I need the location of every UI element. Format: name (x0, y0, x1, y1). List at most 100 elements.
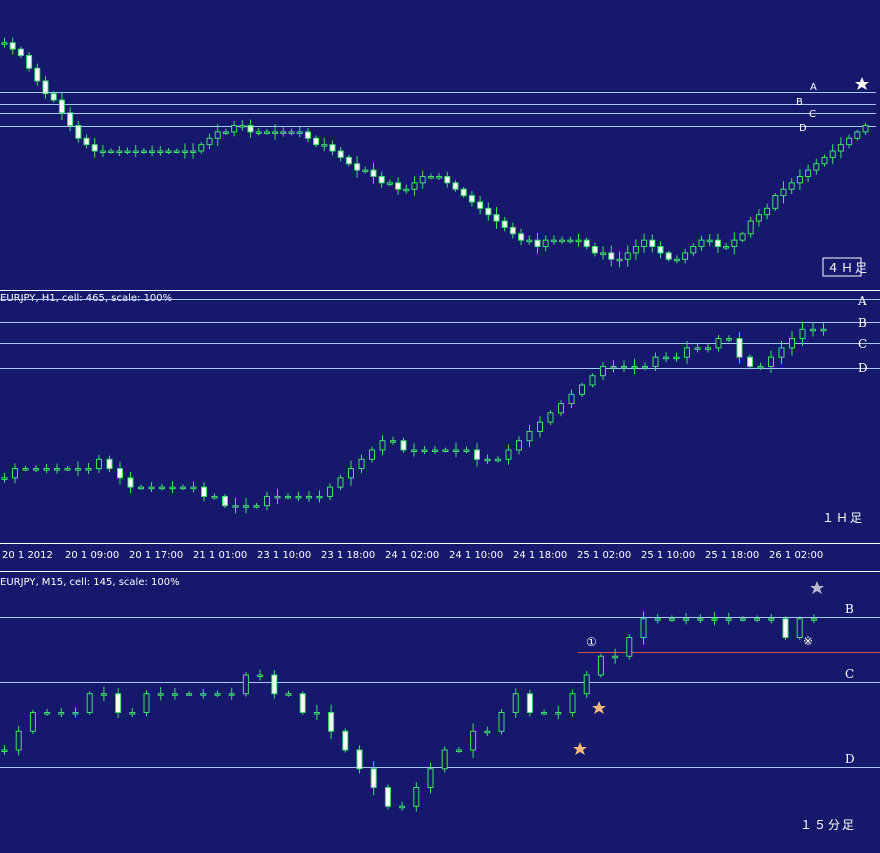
candle-body (421, 449, 428, 452)
candle-body (253, 505, 260, 508)
time-axis-labels: 20 1 2012 20 1 09:00 20 1 17:00 21 1 01:00 2… (2, 550, 823, 561)
candle-body (470, 730, 477, 751)
candle-body (821, 156, 828, 165)
candle-body (810, 618, 817, 621)
candle-body (796, 175, 803, 184)
time-axis-label: 21 1 01:00 (193, 550, 247, 561)
candle-body (846, 137, 853, 146)
candle-body (348, 468, 354, 479)
candle-body (665, 252, 672, 260)
candle-body (453, 449, 459, 452)
candle-body (652, 356, 659, 367)
candle-body (813, 163, 820, 171)
candle-body (100, 693, 107, 696)
candle-body (747, 220, 754, 235)
candle-body (444, 175, 451, 184)
candle-body (626, 637, 633, 657)
chart-header-m15: EURJPY, M15, cell: 145, scale: 100% (0, 577, 180, 588)
candle-body (274, 495, 281, 499)
candle-body (673, 356, 680, 360)
time-axis-label: 23 1 18:00 (321, 550, 375, 561)
candle-body (541, 712, 548, 715)
candle-body (550, 239, 557, 243)
candle-body (222, 131, 229, 134)
time-axis-label: 24 1 10:00 (449, 550, 503, 561)
candle-body (654, 618, 661, 621)
candle-body (58, 712, 65, 715)
reference-mark: ※ (803, 634, 813, 648)
candle-body (583, 239, 590, 248)
candle-body (108, 150, 115, 153)
candle-body (33, 468, 39, 471)
chart-pane-4h[interactable]: A B C D ４Ｈ足 (0, 0, 880, 290)
candle-body (138, 486, 144, 490)
candle-body (768, 356, 774, 367)
candle-body (463, 449, 470, 452)
candle-body (460, 188, 467, 197)
candle-body (369, 449, 375, 460)
candle-body (299, 693, 306, 713)
candle-body (356, 749, 363, 770)
time-axis-label: 20 1 09:00 (65, 550, 119, 561)
candle-body (537, 421, 543, 432)
candle-body (642, 365, 648, 369)
candle-body (384, 787, 391, 807)
candle-body (468, 195, 475, 203)
star-icon-orange-lower (573, 742, 587, 755)
candle-body (75, 125, 82, 139)
candle-body (616, 258, 623, 262)
candle-body (432, 449, 438, 452)
candle-body (567, 239, 574, 243)
candle-body (862, 125, 869, 133)
candle-body (772, 195, 779, 209)
chart-pane-m15[interactable]: EURJPY, M15, cell: 145, scale: 100% B C … (0, 570, 880, 853)
candle-body (829, 150, 836, 158)
candle-body (239, 125, 246, 128)
candle-body (739, 233, 746, 241)
candle-body (44, 712, 51, 715)
level-label-b-m15: B (845, 602, 854, 616)
candle-body (505, 449, 512, 460)
candle-body (83, 137, 90, 146)
candle-body (498, 712, 505, 732)
candle-body (411, 449, 417, 452)
candle-body (583, 674, 590, 695)
candle-body (34, 67, 41, 82)
candle-body (328, 712, 335, 732)
candle-body (342, 730, 349, 751)
time-axis-label: 25 1 02:00 (577, 550, 631, 561)
candle-body (534, 239, 541, 248)
candle-body (337, 477, 344, 488)
level-label-c-m15: C (845, 667, 854, 681)
candle-body (697, 618, 704, 621)
candle-body (232, 505, 239, 508)
candle-body (390, 440, 396, 443)
timeframe-label-m15: １５分足 (800, 818, 856, 832)
candle-body (597, 655, 604, 676)
candle-body (621, 365, 627, 369)
candle-body (455, 749, 462, 752)
candle-body (214, 131, 221, 139)
candle-body (411, 182, 418, 190)
candle-body (542, 239, 549, 248)
candle-body (180, 486, 186, 490)
candle-body (649, 239, 656, 248)
candle-body (370, 768, 377, 788)
candle-body (518, 233, 525, 241)
candle-body (99, 150, 106, 153)
candle-body (86, 693, 93, 713)
candle-body (96, 458, 102, 470)
candle-body (579, 384, 585, 395)
time-axis-label: 20 1 2012 (2, 550, 53, 561)
candle-body (337, 150, 344, 158)
candle-body (1, 749, 8, 752)
candle-body (67, 112, 74, 127)
circled-number-1: ① (586, 635, 597, 649)
candle-body (715, 338, 722, 349)
time-axis-label: 24 1 18:00 (513, 550, 567, 561)
candle-body (547, 412, 554, 423)
candle-body (148, 486, 155, 490)
chart-pane-h1[interactable]: EURJPY, H1, cell: 465, scale: 100% A B C… (0, 290, 880, 570)
candle-body (755, 214, 762, 222)
candle-body (600, 365, 606, 377)
